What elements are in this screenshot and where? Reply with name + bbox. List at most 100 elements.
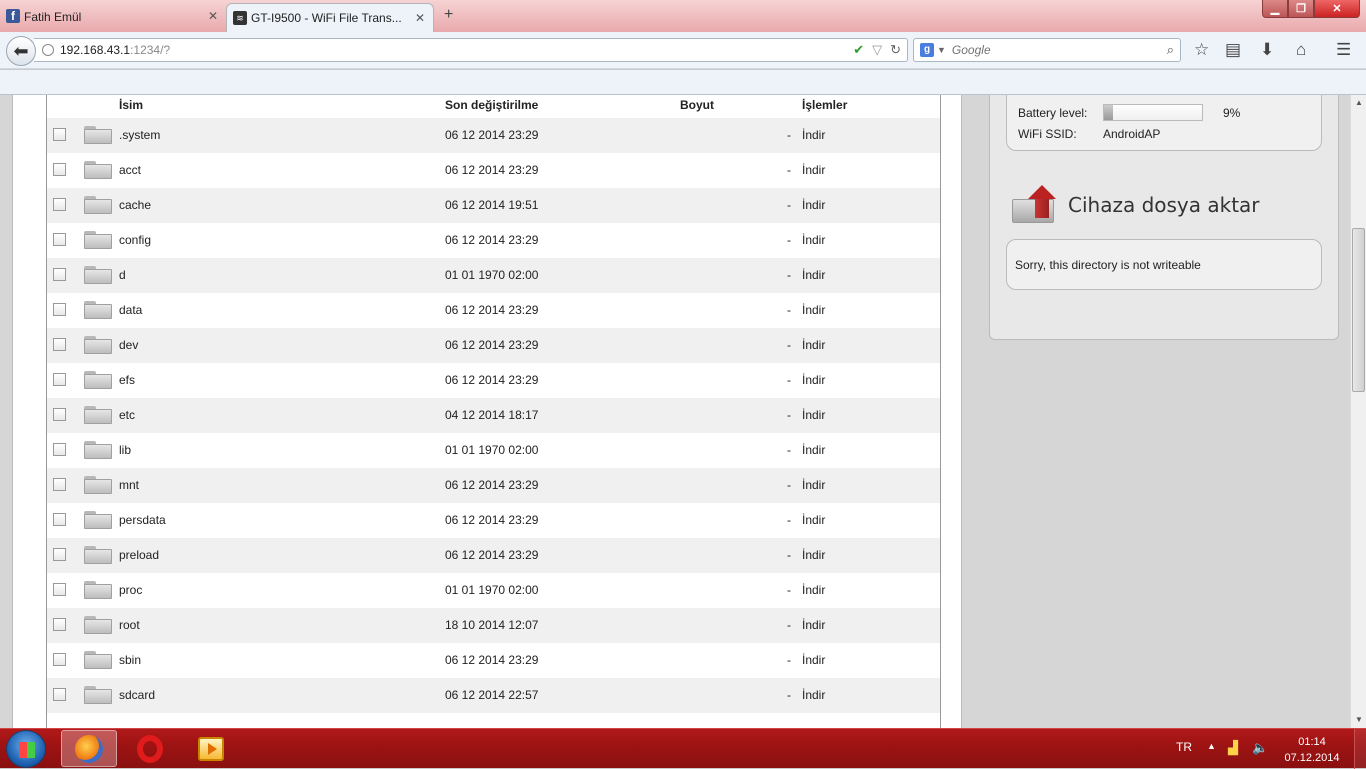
- table-row[interactable]: dev 06 12 2014 23:29 - İndir: [47, 328, 940, 363]
- column-header-modified[interactable]: Son değiştirilme: [445, 98, 538, 112]
- row-checkbox[interactable]: [53, 128, 66, 141]
- new-tab-button[interactable]: +: [444, 6, 453, 24]
- download-link[interactable]: İndir: [802, 408, 825, 422]
- download-link[interactable]: İndir: [802, 163, 825, 177]
- download-link[interactable]: İndir: [802, 513, 825, 527]
- file-name[interactable]: .system: [119, 128, 160, 142]
- file-name[interactable]: lib: [119, 443, 131, 457]
- table-row[interactable]: config 06 12 2014 23:29 - İndir: [47, 223, 940, 258]
- file-name[interactable]: sdcard: [119, 688, 155, 702]
- close-tab-icon[interactable]: ✕: [415, 11, 425, 25]
- row-checkbox[interactable]: [53, 233, 66, 246]
- table-row[interactable]: persdata 06 12 2014 23:29 - İndir: [47, 503, 940, 538]
- file-name[interactable]: config: [119, 233, 151, 247]
- download-link[interactable]: İndir: [802, 338, 825, 352]
- scroll-up-icon[interactable]: ▲: [1351, 95, 1366, 111]
- download-link[interactable]: İndir: [802, 198, 825, 212]
- table-row[interactable]: proc 01 01 1970 02:00 - İndir: [47, 573, 940, 608]
- row-checkbox[interactable]: [53, 198, 66, 211]
- file-name[interactable]: cache: [119, 198, 151, 212]
- download-link[interactable]: İndir: [802, 268, 825, 282]
- search-box[interactable]: g ▼ ⌕: [913, 38, 1181, 62]
- row-checkbox[interactable]: [53, 408, 66, 421]
- taskbar-opera[interactable]: [122, 730, 178, 767]
- row-checkbox[interactable]: [53, 338, 66, 351]
- volume-icon[interactable]: 🔈: [1252, 740, 1268, 756]
- table-row[interactable]: .system 06 12 2014 23:29 - İndir: [47, 118, 940, 153]
- file-name[interactable]: data: [119, 303, 142, 317]
- system-clock[interactable]: 01:14 07.12.2014: [1282, 734, 1342, 766]
- scroll-down-icon[interactable]: ▼: [1351, 712, 1366, 728]
- url-bar[interactable]: 192.168.43.1:1234/? ✔ ▽ ↻: [34, 38, 908, 62]
- download-link[interactable]: İndir: [802, 583, 825, 597]
- table-row[interactable]: etc 04 12 2014 18:17 - İndir: [47, 398, 940, 433]
- file-name[interactable]: etc: [119, 408, 135, 422]
- google-icon[interactable]: g: [920, 43, 934, 57]
- column-header-name[interactable]: İsim: [119, 98, 143, 112]
- taskbar-firefox[interactable]: [61, 730, 117, 767]
- site-ok-icon[interactable]: ✔: [853, 42, 864, 58]
- table-row[interactable]: preload 06 12 2014 23:29 - İndir: [47, 538, 940, 573]
- file-name[interactable]: acct: [119, 163, 141, 177]
- tab-facebook[interactable]: f Fatih Emül ✕: [0, 2, 226, 31]
- download-link[interactable]: İndir: [802, 688, 825, 702]
- download-link[interactable]: İndir: [802, 443, 825, 457]
- file-name[interactable]: preload: [119, 548, 159, 562]
- taskbar-media-player[interactable]: [183, 730, 239, 767]
- file-name[interactable]: persdata: [119, 513, 166, 527]
- row-checkbox[interactable]: [53, 303, 66, 316]
- row-checkbox[interactable]: [53, 653, 66, 666]
- language-indicator[interactable]: TR: [1176, 740, 1192, 754]
- back-button[interactable]: ⬅: [6, 36, 36, 66]
- network-signal-icon[interactable]: ▟: [1228, 740, 1238, 756]
- file-name[interactable]: efs: [119, 373, 135, 387]
- tab-wifi-file-transfer[interactable]: ≋ GT-I9500 - WiFi File Trans... ✕: [226, 3, 434, 32]
- bookmark-star-icon[interactable]: ☆: [1194, 40, 1209, 60]
- engine-dropdown-icon[interactable]: ▼: [937, 45, 946, 55]
- menu-icon[interactable]: ☰: [1336, 40, 1351, 60]
- row-checkbox[interactable]: [53, 478, 66, 491]
- row-checkbox[interactable]: [53, 618, 66, 631]
- download-link[interactable]: İndir: [802, 233, 825, 247]
- table-row[interactable]: cache 06 12 2014 19:51 - İndir: [47, 188, 940, 223]
- table-row[interactable]: mnt 06 12 2014 23:29 - İndir: [47, 468, 940, 503]
- download-link[interactable]: İndir: [802, 478, 825, 492]
- download-link[interactable]: İndir: [802, 653, 825, 667]
- download-link[interactable]: İndir: [802, 373, 825, 387]
- close-window-button[interactable]: ✕: [1314, 0, 1360, 18]
- show-desktop-button[interactable]: [1354, 729, 1366, 769]
- download-link[interactable]: İndir: [802, 548, 825, 562]
- file-name[interactable]: d: [119, 268, 126, 282]
- table-row[interactable]: d 01 01 1970 02:00 - İndir: [47, 258, 940, 293]
- search-icon[interactable]: ⌕: [1167, 42, 1174, 58]
- table-row[interactable]: sbin 06 12 2014 23:29 - İndir: [47, 643, 940, 678]
- file-name[interactable]: sbin: [119, 653, 141, 667]
- vertical-scrollbar[interactable]: ▲ ▼: [1350, 95, 1366, 728]
- close-tab-icon[interactable]: ✕: [208, 9, 218, 23]
- row-checkbox[interactable]: [53, 583, 66, 596]
- download-link[interactable]: İndir: [802, 303, 825, 317]
- tray-expand-icon[interactable]: ▲: [1207, 741, 1216, 751]
- search-input[interactable]: [951, 43, 1152, 57]
- column-header-size[interactable]: Boyut: [680, 98, 714, 112]
- scroll-thumb[interactable]: [1352, 228, 1365, 392]
- row-checkbox[interactable]: [53, 688, 66, 701]
- download-link[interactable]: İndir: [802, 618, 825, 632]
- table-row[interactable]: acct 06 12 2014 23:29 - İndir: [47, 153, 940, 188]
- row-checkbox[interactable]: [53, 268, 66, 281]
- table-row[interactable]: root 18 10 2014 12:07 - İndir: [47, 608, 940, 643]
- row-checkbox[interactable]: [53, 513, 66, 526]
- table-row[interactable]: data 06 12 2014 23:29 - İndir: [47, 293, 940, 328]
- file-name[interactable]: root: [119, 618, 140, 632]
- minimize-button[interactable]: ▁: [1262, 0, 1288, 18]
- row-checkbox[interactable]: [53, 373, 66, 386]
- home-icon[interactable]: ⌂: [1296, 40, 1306, 60]
- download-link[interactable]: İndir: [802, 128, 825, 142]
- history-dropdown-icon[interactable]: ▽: [872, 42, 882, 58]
- file-name[interactable]: dev: [119, 338, 138, 352]
- start-button[interactable]: [6, 730, 46, 768]
- reading-list-icon[interactable]: ▤: [1225, 40, 1241, 60]
- maximize-button[interactable]: ❐: [1288, 0, 1314, 18]
- row-checkbox[interactable]: [53, 163, 66, 176]
- file-name[interactable]: proc: [119, 583, 142, 597]
